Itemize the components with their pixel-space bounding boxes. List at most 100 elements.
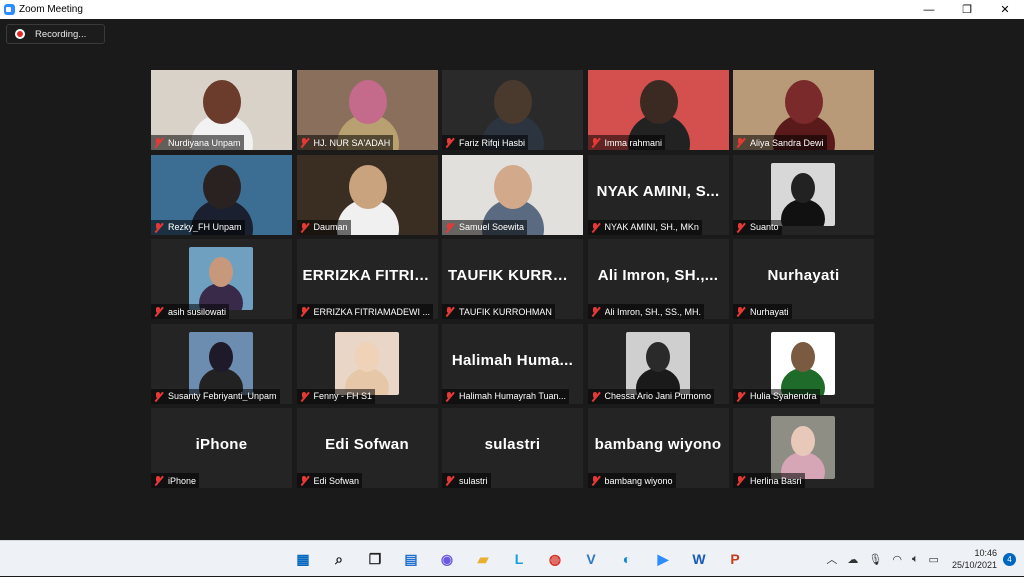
participant-name-tag: Fenny - FH S1: [296, 388, 376, 404]
task-view-icon[interactable]: ❐: [362, 546, 388, 572]
chat-icon[interactable]: ◉: [434, 546, 460, 572]
word-icon[interactable]: W: [686, 546, 712, 572]
participant-name: Imma rahmani: [604, 137, 663, 148]
edge-icon[interactable]: ◐: [614, 546, 640, 572]
participant-name: HJ. NUR SA'ADAH: [313, 137, 391, 148]
participant-tile[interactable]: Nurdiyana Unpam: [151, 70, 292, 150]
battery-icon[interactable]: ▭: [929, 553, 939, 566]
participant-tile[interactable]: Fariz Rifqi Hasbi: [442, 70, 583, 150]
participant-face: [203, 80, 241, 124]
participant-name: Aliya Sandra Dewi: [750, 137, 824, 148]
participant-name: Suanto: [750, 222, 779, 232]
file-explorer-icon[interactable]: ▰: [470, 546, 496, 572]
participant-tile[interactable]: Rezky_FH Unpam: [151, 154, 292, 235]
mic-muted-icon: [444, 137, 454, 148]
chevron-up-icon[interactable]: ︿: [826, 551, 837, 567]
close-button[interactable]: ✕: [986, 0, 1024, 19]
system-tray: ︿ ☁ 🎙︎ ◠ 🔈︎ ▭ 10:46 25/10/2021 4: [821, 541, 1024, 577]
participant-name: Herlina Basri: [750, 475, 802, 486]
participant-tile[interactable]: Nurhayati Nurhayati: [733, 239, 874, 319]
participant-name: Halimah Humayrah Tuan...: [459, 391, 567, 401]
participant-name: Nurhayati: [750, 306, 789, 317]
app-l-icon[interactable]: L: [506, 546, 532, 572]
profile-picture: [771, 416, 835, 479]
participant-tile[interactable]: Chessa Ario Jani Purnomo: [587, 323, 729, 404]
mic-muted-icon: [590, 306, 600, 317]
notification-badge[interactable]: 4: [1003, 552, 1016, 566]
participant-name-tag: Ali Imron, SH., SS., MH.: [587, 304, 705, 319]
vs-app-icon[interactable]: V: [578, 546, 604, 572]
participant-tile[interactable]: Halimah Huma... Halimah Humayrah Tuan...: [442, 323, 583, 404]
powerpoint-icon[interactable]: P: [722, 546, 748, 572]
participant-name: TAUFIK KURROHMAN: [459, 306, 552, 317]
participant-tile[interactable]: HJ. NUR SA'ADAH: [296, 70, 438, 150]
recording-label: Recording...: [35, 28, 87, 40]
participant-tile[interactable]: Edi Sofwan Edi Sofwan: [296, 408, 438, 488]
participant-tile[interactable]: Imma rahmani: [587, 70, 729, 150]
participant-name: asih susilowati: [168, 306, 227, 317]
widgets-icon[interactable]: ▤: [398, 546, 424, 572]
mic-muted-icon: [590, 391, 600, 402]
participant-name-tag: Fariz Rifqi Hasbi: [442, 135, 529, 150]
participant-tile[interactable]: Dauman: [296, 154, 438, 235]
participant-face: [785, 80, 823, 124]
participant-tile[interactable]: Suanto: [733, 154, 874, 235]
participant-name: Edi Sofwan: [313, 475, 360, 486]
participant-display-name: ERRIZKA FITRIA...: [302, 267, 438, 284]
participant-name-tag: Samuel Soewita: [442, 219, 528, 235]
profile-picture: [189, 331, 253, 395]
gallery-grid: Nurdiyana Unpam HJ. NUR SA'ADAH Fariz Rifq…: [151, 70, 874, 488]
clock[interactable]: 10:46 25/10/2021: [952, 547, 997, 571]
start-icon[interactable]: ▦: [290, 546, 316, 572]
participant-tile[interactable]: asih susilowati: [151, 239, 292, 319]
participant-tile[interactable]: TAUFIK KURRO... TAUFIK KURROHMAN: [442, 239, 583, 319]
profile-picture: [771, 162, 835, 226]
participant-tile[interactable]: Susanty Febriyanti_Unpam: [151, 323, 292, 404]
mic-muted-icon: [153, 306, 163, 317]
mic-muted-icon: [590, 222, 600, 233]
participant-display-name: Edi Sofwan: [325, 436, 409, 453]
volume-icon[interactable]: 🔈︎: [912, 553, 919, 566]
participant-tile[interactable]: Ali Imron, SH.,... Ali Imron, SH., SS., M…: [587, 239, 729, 319]
participant-name-tag: Suanto: [733, 219, 782, 235]
participant-tile[interactable]: Herlina Basri: [733, 408, 874, 488]
zoom-icon[interactable]: ▶: [650, 546, 676, 572]
mic-muted-icon: [590, 475, 600, 486]
participant-tile[interactable]: bambang wiyono bambang wiyono: [587, 408, 729, 488]
microphone-icon[interactable]: 🎙︎: [868, 553, 882, 566]
participant-tile[interactable]: sulastri sulastri: [442, 408, 583, 488]
participant-name-tag: Chessa Ario Jani Purnomo: [587, 388, 715, 404]
mic-muted-icon: [444, 475, 454, 486]
participant-tile[interactable]: iPhone iPhone: [151, 408, 292, 488]
participant-name: Nurdiyana Unpam: [168, 137, 241, 148]
participant-name-tag: asih susilowati: [151, 304, 230, 319]
mic-muted-icon: [153, 475, 163, 486]
clock-time: 10:46: [974, 548, 997, 558]
wifi-icon[interactable]: ◠: [892, 553, 902, 566]
participant-tile[interactable]: ERRIZKA FITRIA... ERRIZKA FITRIAMADEWI ..…: [296, 239, 438, 319]
participant-name-tag: Nurdiyana Unpam: [151, 135, 244, 150]
participant-tile[interactable]: Aliya Sandra Dewi: [733, 70, 874, 150]
minimize-button[interactable]: —: [910, 0, 948, 19]
mic-muted-icon: [735, 137, 745, 148]
mic-muted-icon: [299, 222, 309, 233]
participant-name-tag: Susanty Febriyanti_Unpam: [151, 388, 280, 404]
participant-name: ERRIZKA FITRIAMADEWI ...: [313, 306, 431, 317]
participant-name: bambang wiyono: [604, 475, 673, 486]
onedrive-icon[interactable]: ☁: [847, 553, 858, 566]
participant-tile[interactable]: Samuel Soewita: [442, 154, 583, 235]
search-icon[interactable]: ⌕: [326, 546, 352, 572]
profile-picture: [771, 331, 835, 395]
participant-name-tag: Halimah Humayrah Tuan...: [442, 388, 570, 404]
maximize-button[interactable]: ❐: [948, 0, 986, 19]
recording-indicator[interactable]: Recording...: [6, 24, 105, 44]
participant-name-tag: iPhone: [151, 473, 200, 488]
participant-display-name: Nurhayati: [767, 267, 840, 284]
participant-name: Samuel Soewita: [459, 222, 525, 232]
chrome-icon[interactable]: ◍: [542, 546, 568, 572]
participant-tile[interactable]: Fenny - FH S1: [296, 323, 438, 404]
participant-tile[interactable]: Hulia Syahendra: [733, 323, 874, 404]
clock-date: 25/10/2021: [951, 560, 997, 570]
participant-tile[interactable]: NYAK AMINI, S... NYAK AMINI, SH., MKn: [587, 154, 729, 235]
mic-muted-icon: [153, 137, 163, 148]
